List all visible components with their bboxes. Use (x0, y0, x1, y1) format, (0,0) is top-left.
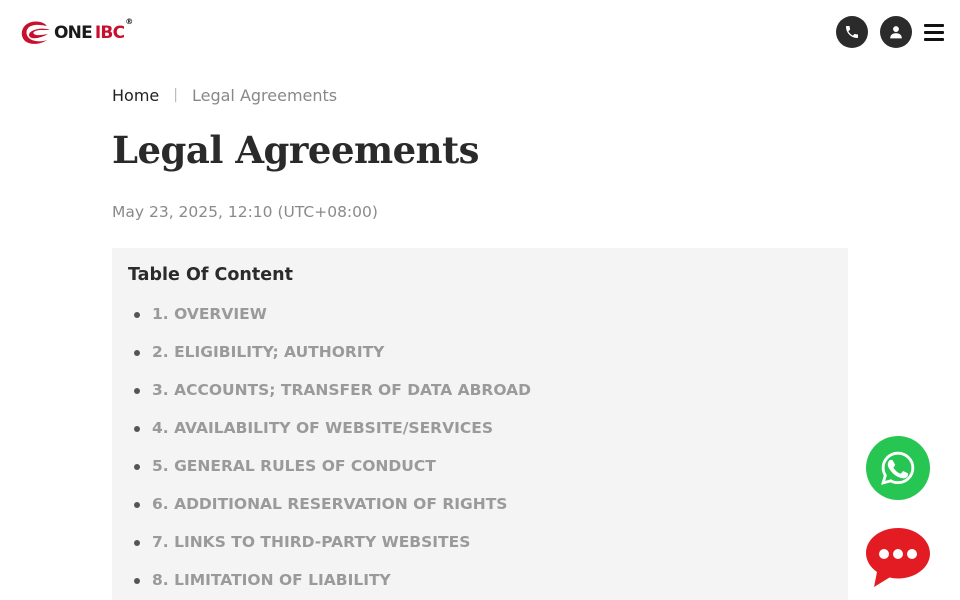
hamburger-menu-icon[interactable] (922, 20, 946, 44)
bullet-icon (134, 540, 140, 546)
logo-mark-icon (21, 21, 50, 44)
table-of-contents: Table Of Content 1. OVERVIEW 2. ELIGIBIL… (112, 248, 848, 600)
chat-bubble-icon (866, 528, 930, 587)
oneibc-logo[interactable]: ONE IBC® (17, 17, 133, 46)
whatsapp-button[interactable] (866, 436, 930, 500)
toc-item: 1. OVERVIEW (134, 304, 531, 342)
toc-item: 5. GENERAL RULES OF CONDUCT (134, 456, 531, 494)
bullet-icon (134, 312, 140, 318)
phone-button[interactable] (836, 16, 868, 48)
toc-link-third-party[interactable]: 7. LINKS TO THIRD-PARTY WEBSITES (152, 531, 470, 553)
toc-link-eligibility[interactable]: 2. ELIGIBILITY; AUTHORITY (152, 341, 384, 363)
bullet-icon (134, 578, 140, 584)
phone-icon (846, 26, 858, 38)
toc-list: 1. OVERVIEW 2. ELIGIBILITY; AUTHORITY 3.… (134, 304, 531, 600)
logo-text-one: ONE (54, 22, 93, 43)
bullet-icon (134, 502, 140, 508)
bullet-icon (134, 464, 140, 470)
menu-bar (924, 30, 944, 34)
live-chat-button[interactable] (865, 527, 931, 589)
user-icon (890, 26, 902, 39)
breadcrumb-separator: | (173, 87, 178, 103)
page-title: Legal Agreements (112, 128, 480, 172)
breadcrumb-current: Legal Agreements (191, 85, 338, 105)
toc-link-reservation[interactable]: 6. ADDITIONAL RESERVATION OF RIGHTS (152, 493, 507, 515)
account-button[interactable] (880, 16, 912, 48)
toc-item: 2. ELIGIBILITY; AUTHORITY (134, 342, 531, 380)
menu-bar (924, 37, 944, 41)
toc-item: 4. AVAILABILITY OF WEBSITE/SERVICES (134, 418, 531, 456)
logo-registered-mark: ® (125, 16, 133, 26)
toc-link-accounts[interactable]: 3. ACCOUNTS; TRANSFER OF DATA ABROAD (152, 379, 531, 401)
breadcrumb-home-link[interactable]: Home (112, 86, 159, 105)
publish-date: May 23, 2025, 12:10 (UTC+08:00) (112, 203, 378, 221)
bullet-icon (134, 426, 140, 432)
toc-item: 3. ACCOUNTS; TRANSFER OF DATA ABROAD (134, 380, 531, 418)
site-header: ONE IBC® (0, 0, 960, 64)
toc-item: 8. LIMITATION OF LIABILITY (134, 570, 531, 600)
toc-link-overview[interactable]: 1. OVERVIEW (152, 303, 267, 325)
bullet-icon (134, 350, 140, 356)
menu-bar (924, 23, 944, 27)
toc-title: Table Of Content (128, 265, 293, 285)
toc-link-general-rules[interactable]: 5. GENERAL RULES OF CONDUCT (152, 455, 436, 477)
logo-text-ibc: IBC (94, 22, 125, 43)
whatsapp-icon (881, 451, 915, 485)
toc-item: 6. ADDITIONAL RESERVATION OF RIGHTS (134, 494, 531, 532)
toc-link-liability[interactable]: 8. LIMITATION OF LIABILITY (152, 569, 391, 591)
logo-wordmark: ONE IBC® (54, 17, 133, 43)
toc-link-availability[interactable]: 4. AVAILABILITY OF WEBSITE/SERVICES (152, 417, 493, 439)
toc-item: 7. LINKS TO THIRD-PARTY WEBSITES (134, 532, 531, 570)
breadcrumb: Home | Legal Agreements (112, 84, 337, 106)
bullet-icon (134, 388, 140, 394)
